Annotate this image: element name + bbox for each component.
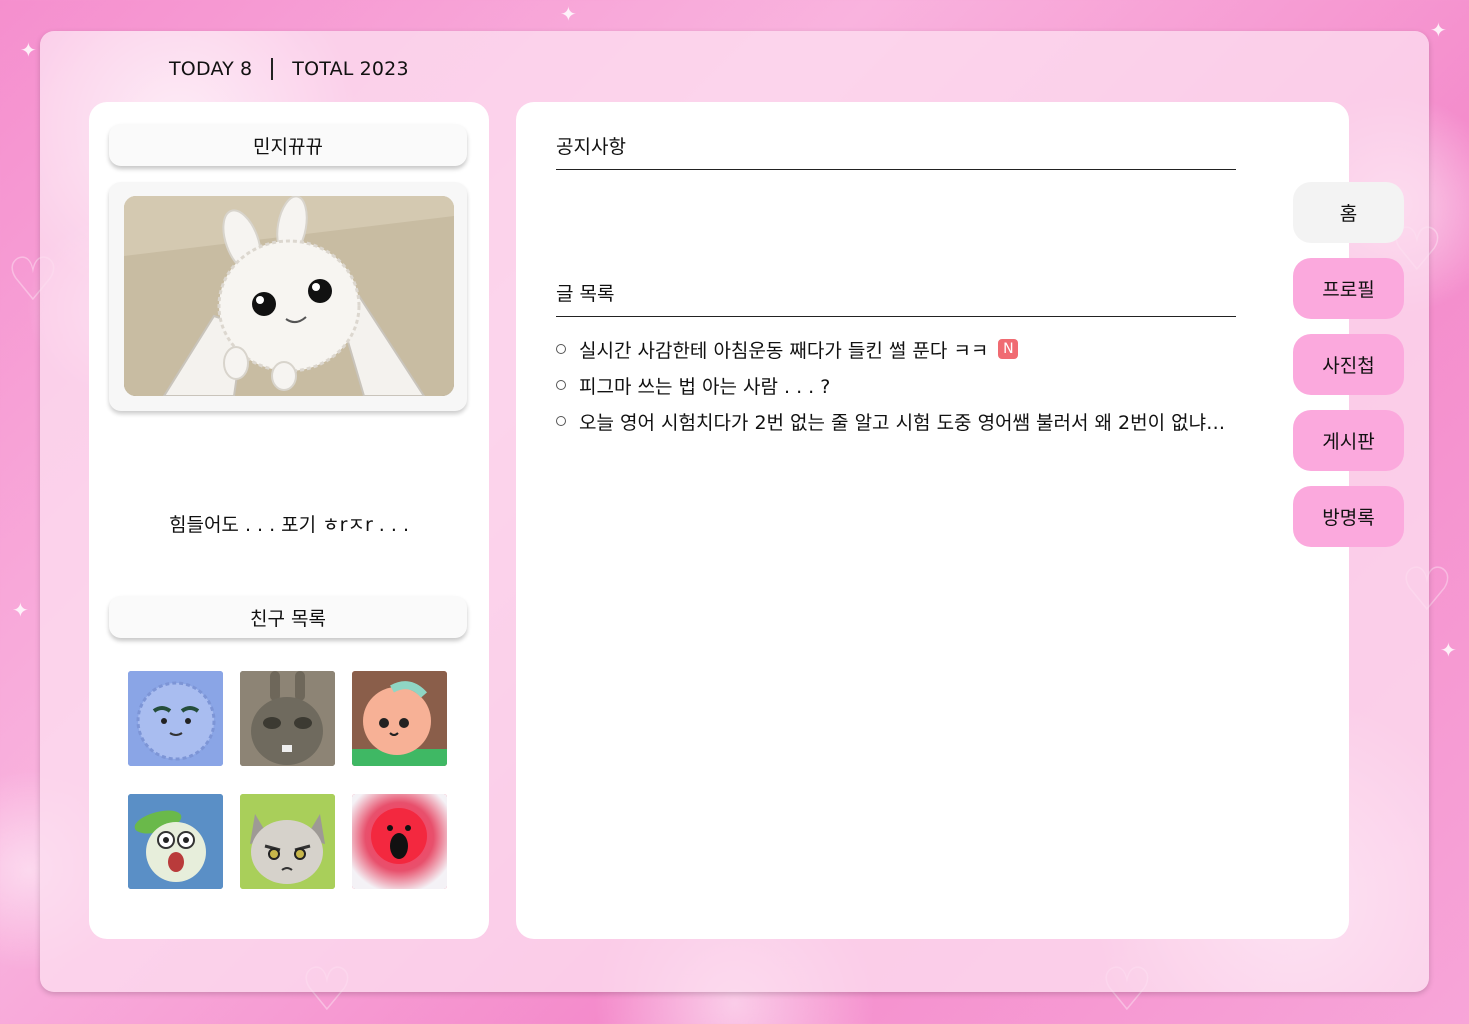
profile-panel: 민지뀨뀨 힘들어도 . . . 포기 ㅎrㅈr . . . 친구 목록 xyxy=(89,102,489,939)
tab-home[interactable]: 홈 xyxy=(1293,182,1404,243)
profile-name: 민지뀨뀨 xyxy=(109,124,467,166)
profile-photo[interactable] xyxy=(124,196,454,396)
tab-guestbook[interactable]: 방명록 xyxy=(1293,486,1404,547)
profile-photo-card xyxy=(109,182,467,411)
homepage-frame: TODAY 8 TOTAL 2023 민지뀨뀨 힘들어도 . . . 포기 ㅎr… xyxy=(40,31,1429,992)
sparkle-icon: ✦ xyxy=(1430,18,1447,42)
list-item[interactable]: 피그마 쓰는 법 아는 사람 . . . ? xyxy=(556,367,1236,403)
bullet-icon xyxy=(556,380,566,390)
post-list-title: 글 목록 xyxy=(556,279,1236,317)
friend-avatar[interactable] xyxy=(240,794,335,889)
friend-avatar[interactable] xyxy=(352,671,447,766)
list-item[interactable]: 실시간 사감한테 아침운동 째다가 들킨 썰 푼다 ㅋㅋ N xyxy=(556,331,1236,367)
grumpy-cat-avatar xyxy=(240,794,335,889)
visitor-counter: TODAY 8 TOTAL 2023 xyxy=(169,58,409,80)
gray-rabbid-avatar xyxy=(240,671,335,766)
sparkle-icon: ✦ xyxy=(20,38,37,62)
nav-tabs: 홈 프로필 사진첩 게시판 방명록 xyxy=(1293,182,1404,562)
tab-photo-album[interactable]: 사진첩 xyxy=(1293,334,1404,395)
friends-list-title: 친구 목록 xyxy=(109,596,467,638)
main-content-panel: 공지사항 글 목록 실시간 사감한테 아침운동 째다가 들킨 썰 푼다 ㅋㅋ N… xyxy=(516,102,1349,939)
friend-avatar[interactable] xyxy=(128,794,223,889)
tab-profile[interactable]: 프로필 xyxy=(1293,258,1404,319)
red-screaming-blob-avatar xyxy=(352,794,447,889)
sparkle-icon: ✦ xyxy=(12,598,29,622)
new-badge: N xyxy=(998,339,1019,359)
green-capped-creature-avatar xyxy=(128,794,223,889)
counter-divider xyxy=(271,58,274,80)
sparkle-icon: ✦ xyxy=(1440,638,1457,662)
blue-fluffy-character-avatar xyxy=(128,671,223,766)
bullet-icon xyxy=(556,344,566,354)
friend-avatar[interactable] xyxy=(128,671,223,766)
list-item[interactable]: 오늘 영어 시험치다가 2번 없는 줄 알고 시험 도중 영어쌤 불러서 왜 2… xyxy=(556,403,1236,439)
status-message: 힘들어도 . . . 포기 ㅎrㅈr . . . xyxy=(168,514,410,536)
friend-avatar[interactable] xyxy=(352,794,447,889)
post-title[interactable]: 피그마 쓰는 법 아는 사람 . . . ? xyxy=(579,372,830,399)
white-fluffy-creature-photo xyxy=(124,196,454,396)
today-count: 8 xyxy=(240,58,253,80)
bald-cartoon-kid-avatar xyxy=(352,671,447,766)
bullet-icon xyxy=(556,416,566,426)
total-count: 2023 xyxy=(359,58,409,80)
friends-grid xyxy=(128,671,448,889)
post-title[interactable]: 오늘 영어 시험치다가 2번 없는 줄 알고 시험 도중 영어쌤 불러서 왜 2… xyxy=(579,408,1236,435)
friend-avatar[interactable] xyxy=(240,671,335,766)
notice-title: 공지사항 xyxy=(556,132,1236,170)
today-label: TODAY xyxy=(169,58,234,80)
sparkle-icon: ✦ xyxy=(560,2,577,26)
post-title[interactable]: 실시간 사감한테 아침운동 째다가 들킨 썰 푼다 ㅋㅋ xyxy=(579,336,988,363)
tab-board[interactable]: 게시판 xyxy=(1293,410,1404,471)
total-label: TOTAL xyxy=(292,58,354,80)
post-list: 실시간 사감한테 아침운동 째다가 들킨 썰 푼다 ㅋㅋ N 피그마 쓰는 법 … xyxy=(556,331,1236,439)
